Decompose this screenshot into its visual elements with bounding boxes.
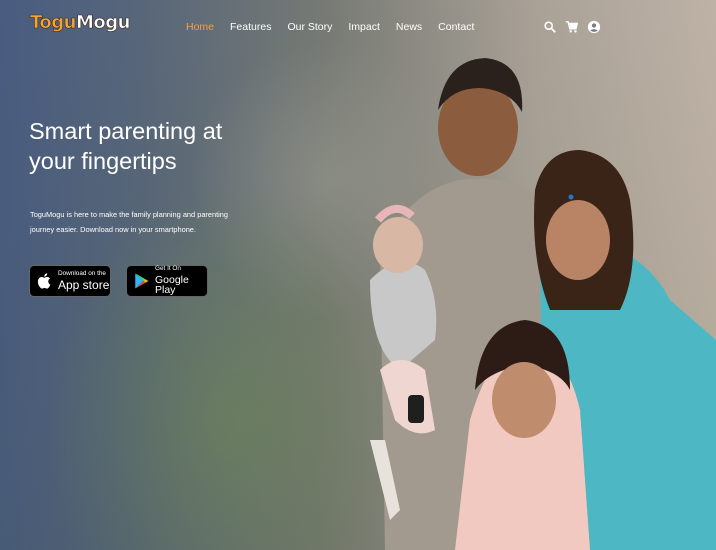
cart-icon[interactable] (565, 20, 579, 34)
apple-icon (36, 272, 54, 290)
brand-logo[interactable]: ToguMogu (30, 12, 131, 34)
nav-link-home[interactable]: Home (186, 21, 214, 33)
app-store-small-label: Download on the (58, 269, 106, 277)
nav-icons (543, 20, 601, 34)
google-play-small-label: Get It On (155, 265, 181, 273)
nav-link-impact[interactable]: Impact (348, 21, 380, 33)
hero-description: ToguMogu is here to make the family plan… (30, 210, 229, 234)
hero-title-line1: Smart parenting at (29, 118, 223, 144)
logo-text-togu: Togu (30, 12, 77, 34)
hero-family-photo (340, 40, 716, 550)
hero-title-line2: your fingertips (29, 148, 177, 174)
google-play-icon (133, 272, 151, 290)
nav-link-features[interactable]: Features (230, 21, 271, 33)
nav-link-news[interactable]: News (396, 21, 422, 33)
search-icon[interactable] (543, 20, 557, 34)
nav-links: Home Features Our Story Impact News Cont… (186, 21, 490, 33)
logo-text-mogu: Mogu (75, 12, 131, 34)
google-play-text: Get It On Google Play (155, 265, 207, 297)
app-store-button[interactable]: Download on the App store (29, 265, 111, 297)
google-play-big-label: Google Play (155, 273, 189, 297)
app-store-text: Download on the App store (58, 269, 110, 293)
google-play-button[interactable]: Get It On Google Play (126, 265, 208, 297)
top-navbar: ToguMogu Home Features Our Story Impact … (0, 0, 716, 56)
nav-link-our-story[interactable]: Our Story (287, 21, 332, 33)
app-store-big-label: App store (58, 278, 110, 293)
nav-link-contact[interactable]: Contact (438, 21, 474, 33)
account-icon[interactable] (587, 20, 601, 34)
hero-title: Smart parenting at your fingertips (29, 116, 289, 176)
